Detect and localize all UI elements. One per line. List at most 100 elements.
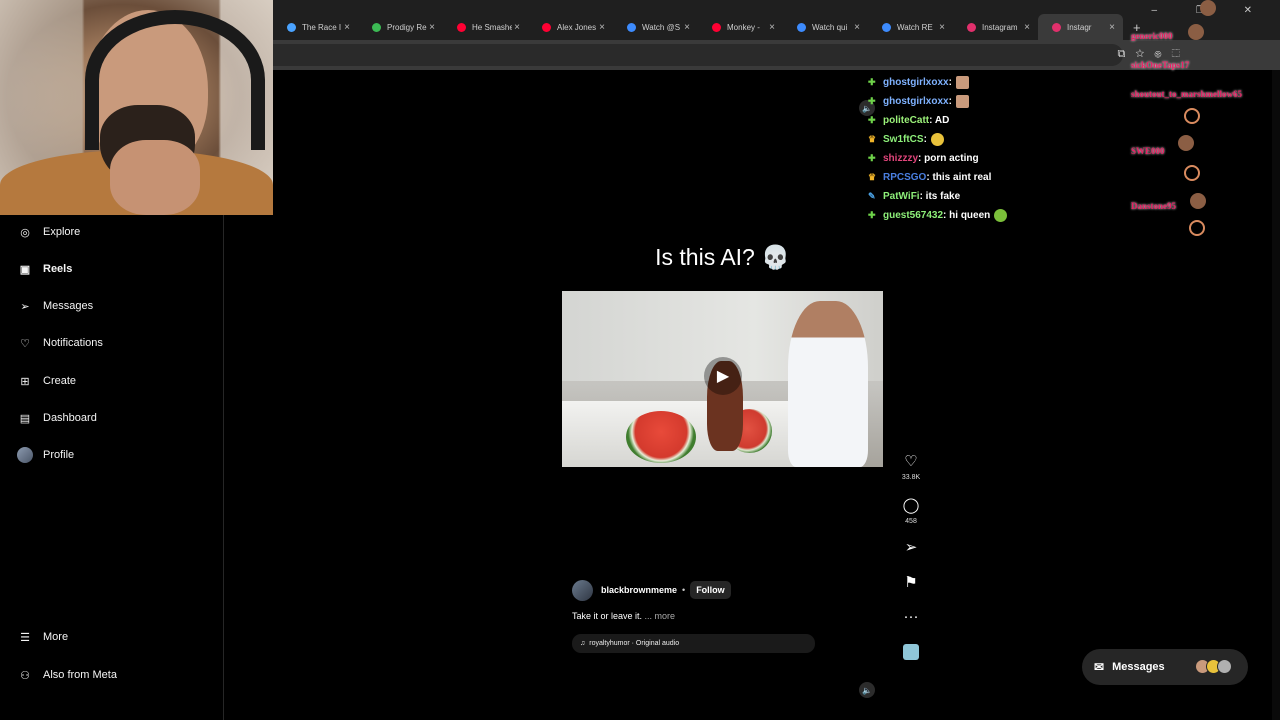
volume-icon[interactable]: 🔈 [859, 682, 875, 698]
nav-label: Dashboard [43, 412, 97, 424]
alert-name: shoutout_to_marshmellow65 [1131, 89, 1243, 99]
close-tab-icon[interactable]: × [514, 22, 520, 33]
like-button[interactable]: ♡ 33.8K [897, 452, 925, 481]
chat-badge-icon: ♛ [868, 134, 877, 144]
address-bar-row: ⧉☆⊛⬚ [273, 40, 1280, 70]
tab-title: Alex Jones [557, 22, 597, 32]
browser-tab[interactable]: Instagram × [953, 14, 1038, 40]
browser-tab[interactable]: Monkey - × [698, 14, 783, 40]
ring-icon [1184, 108, 1200, 124]
chat-message: ✚ ghostgirlxoxx : [868, 93, 969, 110]
author-name[interactable]: blackbrownmeme [601, 585, 677, 595]
chat-badge-icon: ✚ [868, 115, 876, 125]
nav-label: Create [43, 375, 77, 387]
close-tab-icon[interactable]: × [939, 22, 945, 33]
close-tab-icon[interactable]: × [1109, 22, 1115, 33]
nav-label: Explore [43, 226, 81, 238]
share-button[interactable]: ➢ [897, 538, 925, 556]
send-icon: ➢ [20, 300, 30, 313]
browser-tab[interactable]: Alex Jones × [528, 14, 613, 40]
close-tab-icon[interactable]: × [854, 22, 860, 33]
chat-text: : porn acting [918, 153, 979, 164]
more-options-button[interactable]: ··· [897, 608, 925, 625]
emote-icon [955, 95, 969, 108]
nav-label: Messages [43, 300, 94, 312]
chat-username: politeCatt [883, 115, 930, 126]
browser-tab[interactable]: Watch qui × [783, 14, 868, 40]
favicon-icon [967, 22, 976, 32]
tab-strip: The Race I × Prodigy Re × He Smashe × Alex Jon… [273, 14, 1280, 40]
tab-title: Monkey - [727, 22, 760, 32]
save-button[interactable]: ⚑ [897, 573, 925, 591]
favicon-icon [457, 22, 466, 32]
browser-tab[interactable]: Prodigy Re × [358, 14, 443, 40]
avatar[interactable] [572, 579, 593, 601]
close-tab-icon[interactable]: × [1024, 22, 1030, 33]
like-count: 33.8K [901, 474, 921, 481]
caption-text: Take it or leave it. [572, 611, 643, 621]
browser-tab[interactable]: The Race I × [273, 14, 358, 40]
favicon-icon [627, 22, 636, 32]
browser-tab[interactable]: Watch RE × [868, 14, 953, 40]
audio-link[interactable]: ♫ royaltyhumor · Original audio [572, 634, 815, 653]
play-icon[interactable]: ▶ [704, 357, 742, 395]
follow-button[interactable]: Follow [690, 581, 731, 599]
alert-name: SWE000 [1131, 146, 1165, 156]
scrollbar[interactable] [1272, 70, 1280, 720]
chat-badge-icon: ♛ [868, 172, 877, 182]
comment-count: 458 [905, 518, 917, 525]
close-tab-icon[interactable]: × [769, 22, 775, 33]
nav-profile[interactable]: Profile [16, 443, 74, 467]
nav-also-from-meta[interactable]: ⚇ Also from Meta [16, 663, 117, 687]
chat-badge-icon: ✚ [868, 210, 876, 220]
compass-icon: ◎ [20, 226, 30, 239]
chat-message: ✚ politeCatt : AD [868, 112, 949, 129]
favicon-icon [797, 22, 806, 32]
emote-icon [994, 209, 1008, 222]
browser-tab[interactable]: He Smashe × [443, 14, 528, 40]
avatar [1217, 659, 1232, 674]
browser-tab[interactable]: Instagr × [1038, 14, 1123, 40]
nav-more[interactable]: ☰ More [16, 625, 68, 649]
close-tab-icon[interactable]: × [429, 22, 435, 33]
comment-button[interactable]: ◯ 458 [897, 496, 925, 525]
audio-thumbnail[interactable] [897, 644, 925, 660]
chat-username: ghostgirlxoxx [883, 77, 949, 88]
chat-message: ✎ PatWiFi : its fake [868, 188, 960, 205]
nav-dashboard[interactable]: ▤ Dashboard [16, 406, 97, 430]
favicon-icon [372, 22, 381, 32]
chat-separator: : [948, 96, 952, 107]
nav-messages[interactable]: ➢ Messages [16, 294, 93, 318]
title-bar [273, 0, 1280, 14]
caption-more-link[interactable]: ... more [645, 611, 676, 621]
audio-label: royaltyhumor · Original audio [589, 640, 680, 647]
separator: • [682, 585, 686, 595]
heart-icon: ♡ [20, 337, 30, 350]
nav-create[interactable]: ⊞ Create [16, 369, 76, 393]
messenger-icon: ✉ [1094, 660, 1105, 674]
chat-badge-icon: ✎ [868, 191, 876, 201]
close-tab-icon[interactable]: × [684, 22, 690, 33]
emote-icon [1190, 193, 1206, 209]
chat-badge-icon: ✚ [868, 153, 876, 163]
avatar [17, 447, 33, 463]
chat-text: : [923, 134, 927, 145]
chat-badge-icon: ✚ [868, 96, 876, 106]
chat-message: ♛ Sw1ftCS : [868, 131, 944, 148]
messages-button[interactable]: ✉ Messages [1082, 649, 1248, 685]
close-tab-icon[interactable]: × [344, 22, 350, 33]
nav-explore[interactable]: ◎ Explore [16, 220, 80, 244]
chat-message: ✚ guest567432 : hi queen [868, 207, 1008, 224]
chat-text: : AD [929, 115, 950, 126]
nav-reels[interactable]: ▣ Reels [16, 257, 73, 281]
chat-username: Sw1ftCS [883, 134, 924, 145]
chat-message: ✚ ghostgirlxoxx : [868, 74, 969, 91]
chat-username: shizzzy [883, 153, 919, 164]
chat-message: ✚ shizzzy : porn acting [868, 150, 979, 167]
address-field[interactable] [273, 44, 1123, 66]
browser-tab[interactable]: Watch @S × [613, 14, 698, 40]
close-tab-icon[interactable]: × [599, 22, 605, 33]
tab-title: Watch qui [812, 22, 848, 32]
nav-notifications[interactable]: ♡ Notifications [16, 331, 103, 355]
reel-video[interactable]: ▶ [562, 291, 883, 467]
